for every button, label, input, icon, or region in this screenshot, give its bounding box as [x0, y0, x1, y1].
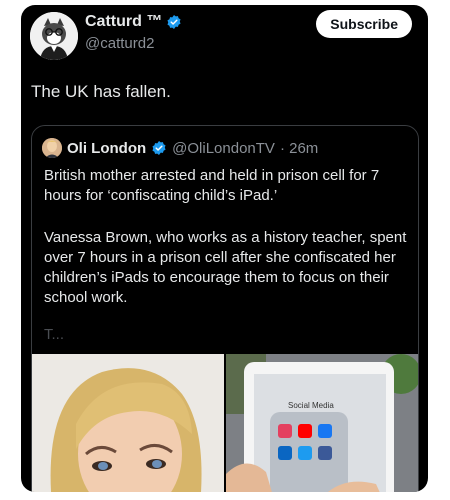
quoted-tweet-paragraph: British mother arrested and held in pris… [44, 167, 380, 204]
author-handle[interactable]: @catturd2 [85, 35, 154, 52]
quoted-author-handle[interactable]: @OliLondonTV [172, 140, 275, 157]
ipad-photo[interactable]: Social Media [226, 354, 418, 492]
quoted-tweet-time[interactable]: · 26m [280, 140, 318, 157]
verified-badge-icon [167, 15, 181, 29]
quoted-author-name[interactable]: Oli London [67, 140, 146, 157]
quoted-tweet-media[interactable]: Social Media [32, 354, 418, 492]
subscribe-button[interactable]: Subscribe [316, 10, 412, 38]
verified-badge-icon [152, 141, 166, 155]
show-more-link[interactable]: T... [44, 326, 64, 343]
quoted-tweet[interactable]: Oli London @OliLondonTV · 26m British mo… [31, 125, 419, 492]
quoted-author-avatar[interactable] [42, 138, 62, 158]
quoted-tweet-header: Oli London @OliLondonTV · 26m [42, 138, 318, 158]
tweet-text: The UK has fallen. [31, 82, 171, 101]
author-name[interactable]: Catturd ™ [85, 13, 182, 31]
social-media-label: Social Media [288, 401, 334, 410]
woman-photo[interactable] [32, 354, 224, 492]
tweet-card[interactable]: Catturd ™ @catturd2 Subscribe The UK has… [21, 5, 428, 492]
author-avatar[interactable] [30, 12, 78, 60]
author-name-text[interactable]: Catturd ™ [85, 13, 162, 31]
quoted-tweet-paragraph: Vanessa Brown, who works as a history te… [44, 229, 407, 306]
